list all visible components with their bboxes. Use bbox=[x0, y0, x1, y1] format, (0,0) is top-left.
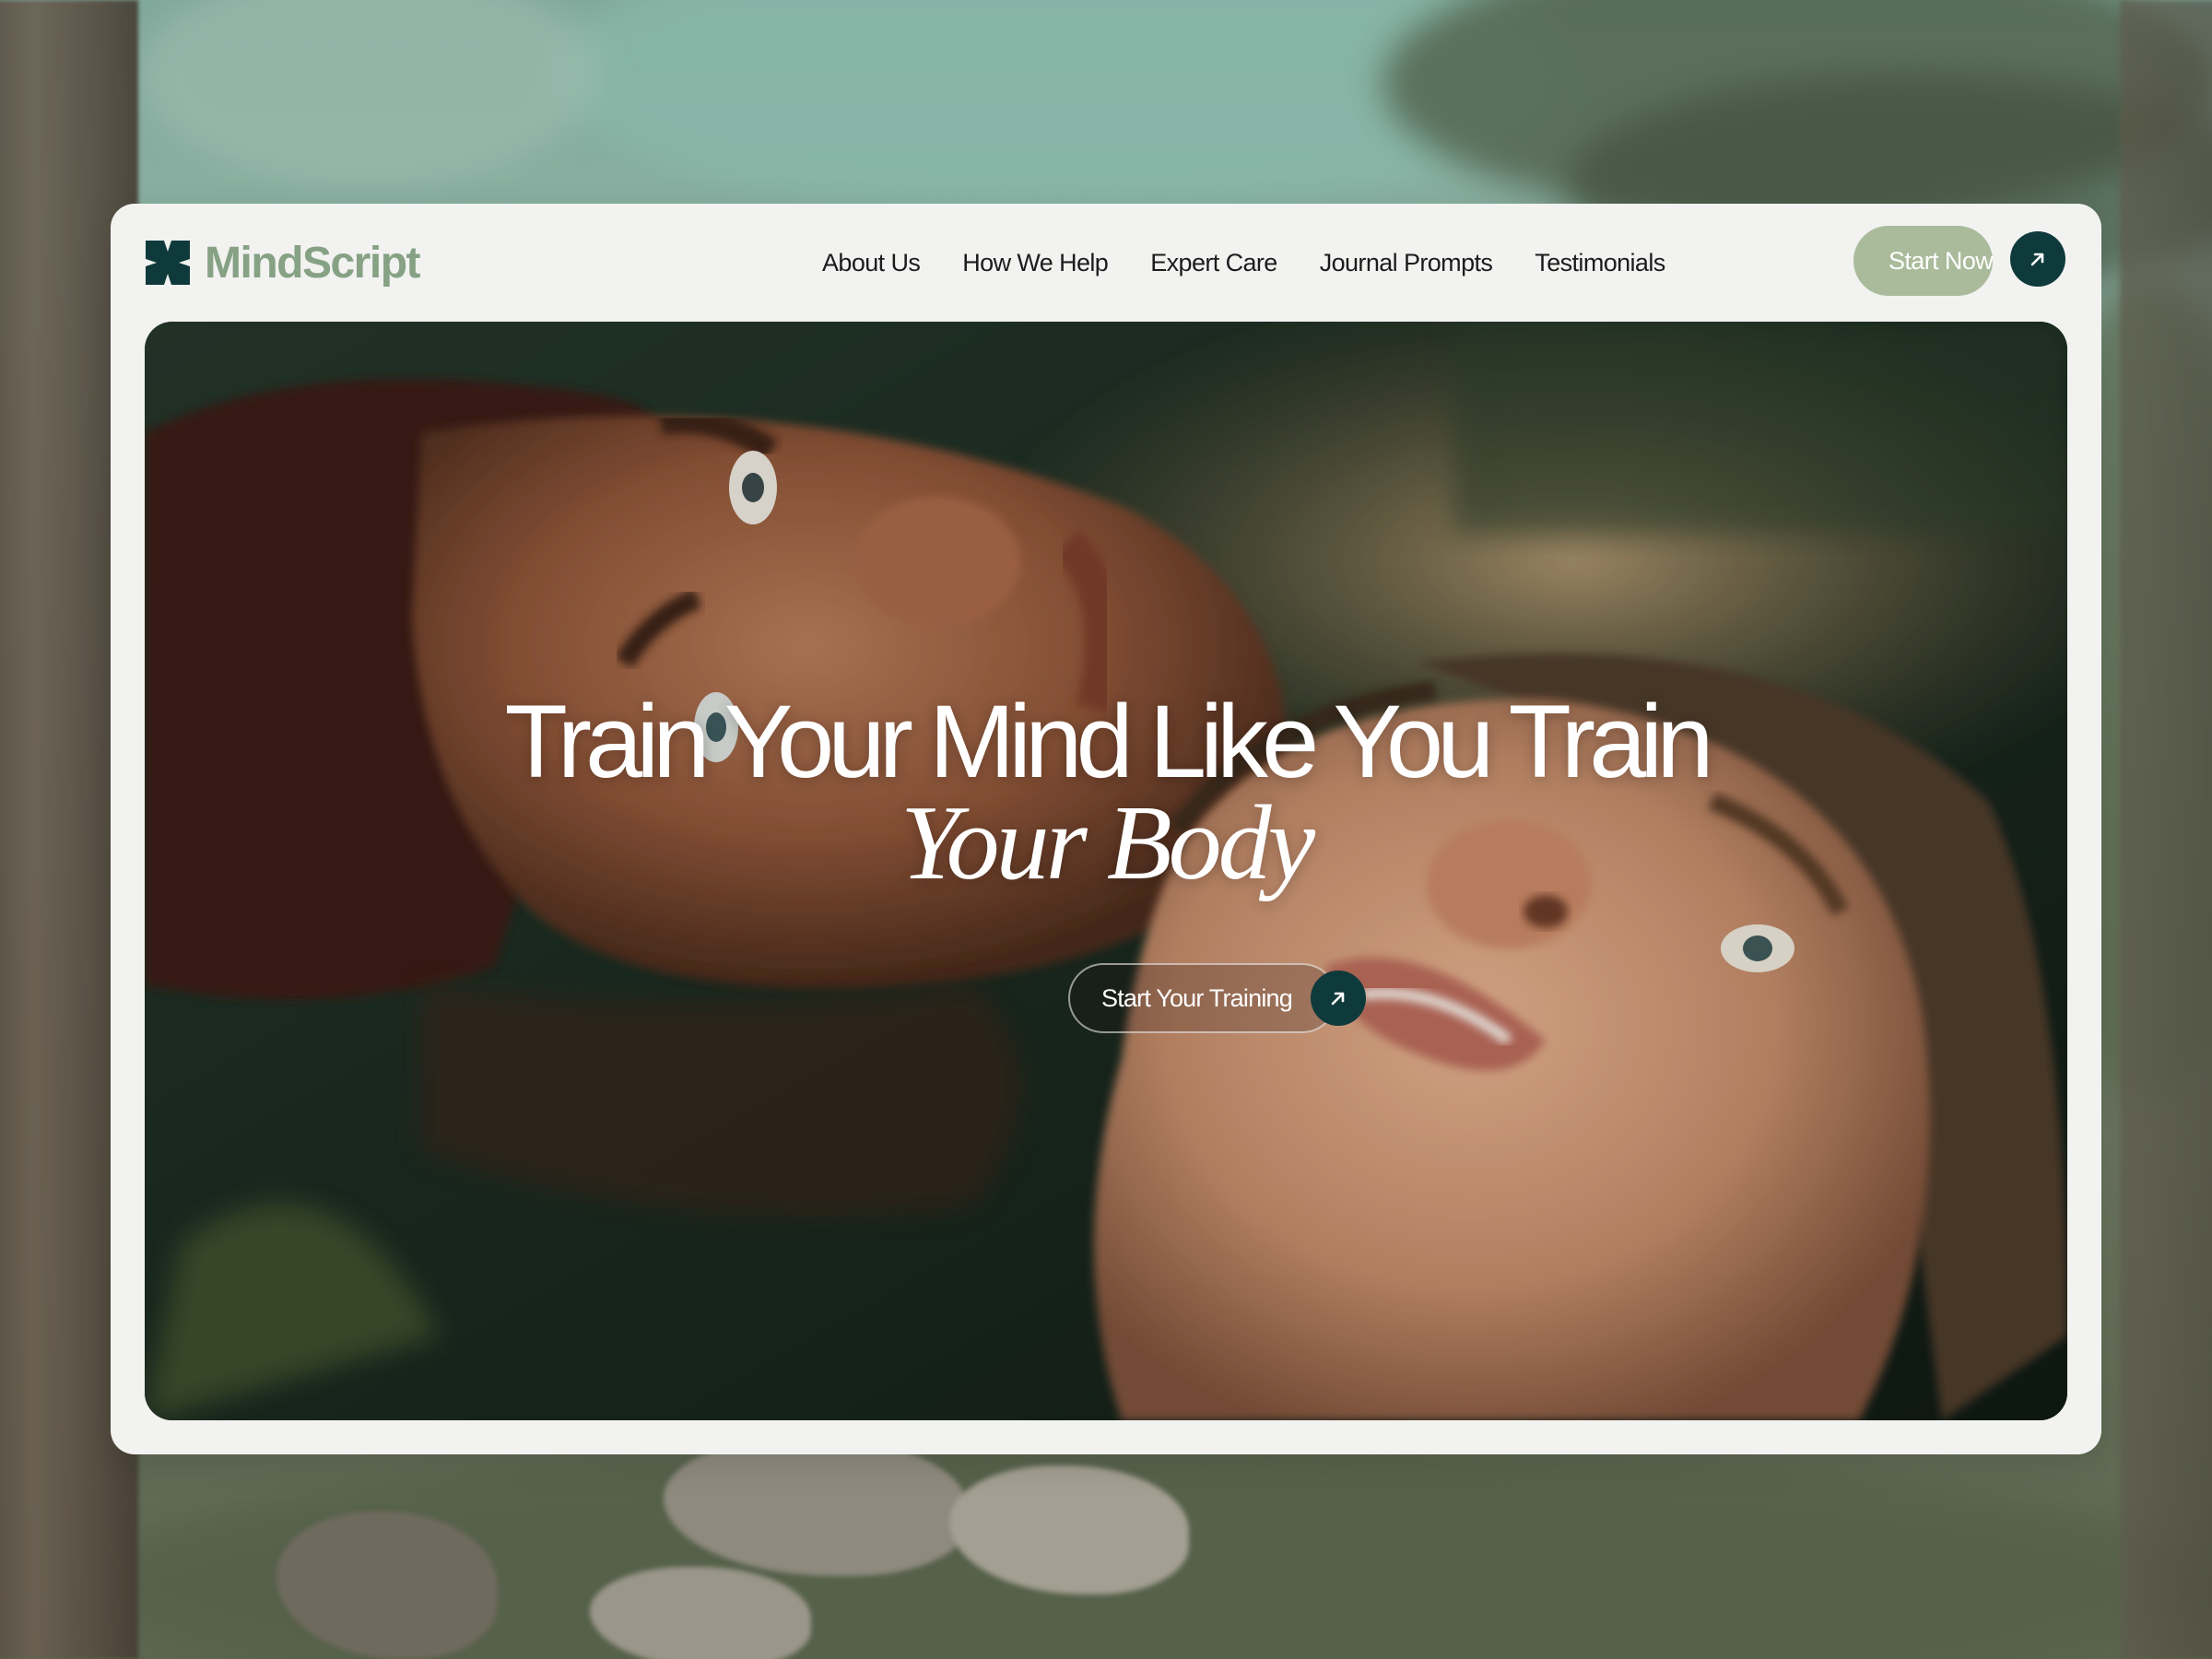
nav-expert-care[interactable]: Expert Care bbox=[1150, 249, 1277, 277]
logo[interactable]: MindScript bbox=[144, 235, 421, 290]
hero-headline-line-1: Train Your Mind Like You Train bbox=[504, 684, 1713, 799]
start-now-arrow-button[interactable] bbox=[2010, 231, 2065, 287]
logo-mark-icon bbox=[146, 241, 190, 285]
hero-section: Train Your Mind Like You Train Your Body… bbox=[145, 322, 2067, 1420]
arrow-up-right-icon bbox=[2030, 253, 2044, 266]
start-now-button[interactable]: Start Now bbox=[1853, 226, 1994, 296]
nav-testimonials[interactable]: Testimonials bbox=[1535, 249, 1665, 277]
logo-wordmark: MindScript bbox=[205, 238, 421, 288]
nav-journal-prompts[interactable]: Journal Prompts bbox=[1320, 249, 1493, 277]
hero-headline: Train Your Mind Like You Train Your Body bbox=[145, 684, 2067, 902]
hero-headline-line-2: Your Body bbox=[900, 784, 1315, 902]
nav-how-we-help[interactable]: How We Help bbox=[962, 249, 1109, 277]
primary-nav: About Us How We Help Expert Care Journal… bbox=[822, 242, 1665, 283]
start-now-label: Start Now bbox=[1888, 246, 1994, 275]
arrow-up-right-icon bbox=[1331, 992, 1345, 1006]
start-your-training-arrow-button[interactable] bbox=[1311, 971, 1366, 1026]
start-your-training-button[interactable]: Start Your Training bbox=[1068, 963, 1337, 1033]
nav-about-us[interactable]: About Us bbox=[822, 249, 921, 277]
top-navigation-bar: MindScript About Us How We Help Expert C… bbox=[111, 204, 2101, 322]
main-card: MindScript About Us How We Help Expert C… bbox=[111, 204, 2101, 1454]
start-your-training-label: Start Your Training bbox=[1101, 983, 1293, 1012]
